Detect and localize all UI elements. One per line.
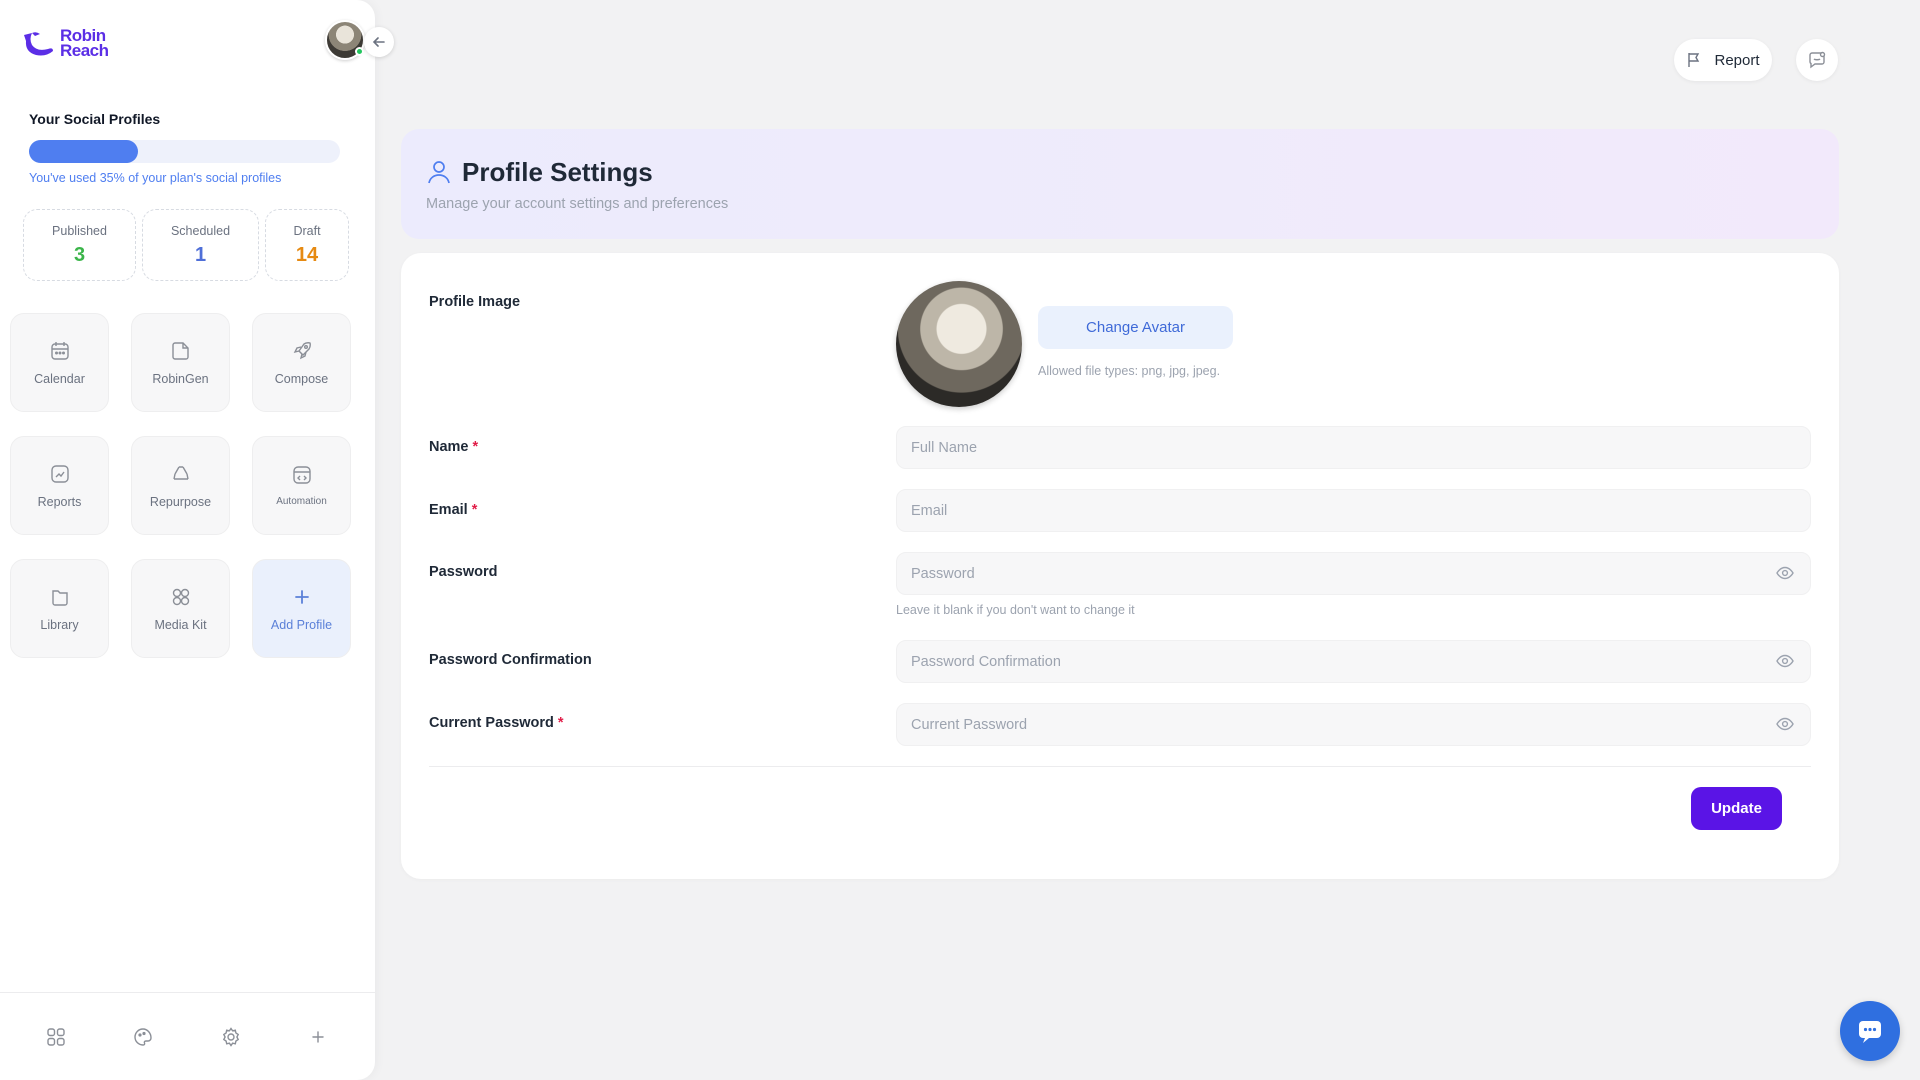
stat-scheduled[interactable]: Scheduled 1 <box>142 209 259 281</box>
password-confirmation-field[interactable] <box>896 640 1811 683</box>
password-label: Password <box>429 564 498 580</box>
collapse-sidebar-button[interactable] <box>364 27 394 57</box>
profiles-usage-progress-fill <box>29 140 138 163</box>
brand-name: Robin Reach <box>60 27 109 60</box>
required-mark: * <box>472 439 479 455</box>
post-stats: Published 3 Scheduled 1 Draft 14 <box>23 209 349 281</box>
page-subtitle: Manage your account settings and prefere… <box>426 196 729 212</box>
tile-library[interactable]: Library <box>10 559 109 658</box>
stat-value: 1 <box>194 243 207 266</box>
tile-label: RobinGen <box>152 371 209 386</box>
grid-icon[interactable] <box>45 1026 67 1048</box>
recycle-icon <box>172 465 189 480</box>
email-field[interactable] <box>896 489 1811 532</box>
gear-icon[interactable] <box>220 1026 242 1048</box>
folder-icon <box>51 589 68 606</box>
stat-label: Draft <box>293 223 321 238</box>
update-button[interactable]: Update <box>1691 787 1782 830</box>
required-mark: * <box>471 502 478 518</box>
email-label-text: Email <box>429 502 468 518</box>
profile-image-label: Profile Image <box>429 294 521 310</box>
eye-icon[interactable] <box>1775 651 1795 671</box>
stat-label: Scheduled <box>170 223 231 238</box>
plus-icon[interactable] <box>307 1026 329 1048</box>
tile-label: Library <box>40 617 79 632</box>
tile-automation[interactable]: Automation <box>252 436 351 535</box>
robin-bird-icon <box>24 32 53 56</box>
sidebar-bottom-bar <box>0 992 375 1080</box>
form-divider <box>429 766 1811 767</box>
eye-icon[interactable] <box>1775 714 1795 734</box>
current-password-label: Current Password * <box>429 715 564 731</box>
name-label-text: Name <box>429 439 469 455</box>
automation-icon <box>292 466 311 484</box>
tile-label: Calendar <box>34 371 85 386</box>
tile-label: Repurpose <box>149 494 212 509</box>
change-avatar-button[interactable]: Change Avatar <box>1038 306 1233 349</box>
report-label: Report <box>1714 51 1760 69</box>
user-icon <box>428 161 450 184</box>
stat-label: Published <box>52 223 107 238</box>
tile-label: Add Profile <box>270 617 333 632</box>
sidebar: Robin Reach Your Social Profiles You've … <box>0 0 394 1080</box>
reports-icon <box>50 464 69 483</box>
current-password-label-text: Current Password <box>429 715 554 731</box>
stat-value: 14 <box>295 243 319 266</box>
plus-icon <box>294 589 309 604</box>
notifications-button[interactable] <box>1796 39 1838 81</box>
online-status-dot <box>355 47 364 56</box>
chat-icon <box>1859 1021 1881 1043</box>
password-confirmation-label: Password Confirmation <box>429 652 592 668</box>
password-field[interactable] <box>896 552 1811 595</box>
tile-robingen[interactable]: RobinGen <box>131 313 230 412</box>
rocket-icon <box>293 341 311 359</box>
robingen-icon <box>171 341 189 360</box>
support-chat-button[interactable] <box>1840 1001 1900 1061</box>
password-hint: Leave it blank if you don't want to chan… <box>896 603 1135 617</box>
tile-repurpose[interactable]: Repurpose <box>131 436 230 535</box>
name-label: Name * <box>429 439 478 455</box>
eye-icon[interactable] <box>1775 563 1795 583</box>
grid-circles-icon <box>172 588 189 605</box>
arrow-left-icon <box>372 37 385 47</box>
brand-name-line2: Reach <box>60 41 109 60</box>
social-profiles-title: Your Social Profiles <box>29 111 161 127</box>
current-password-field[interactable] <box>896 703 1811 746</box>
tile-add-profile[interactable]: Add Profile <box>252 559 351 658</box>
profiles-usage-note: You've used 35% of your plan's social pr… <box>29 171 282 185</box>
tile-label: Automation <box>276 496 327 507</box>
page-header: Profile Settings Manage your account set… <box>401 129 1839 239</box>
email-label: Email * <box>429 502 477 518</box>
page-title: Profile Settings <box>462 157 653 187</box>
tile-compose[interactable]: Compose <box>252 313 351 412</box>
tile-label: Media Kit <box>154 617 207 632</box>
profile-form: Profile Image Change Avatar Allowed file… <box>401 253 1839 879</box>
stat-value: 3 <box>73 243 86 266</box>
calendar-icon <box>50 341 69 360</box>
feature-tiles: Calendar RobinGen Compose Reports Repurp… <box>10 313 351 658</box>
name-field[interactable] <box>896 426 1811 469</box>
stat-published[interactable]: Published 3 <box>23 209 136 281</box>
tile-label: Compose <box>274 371 329 386</box>
chat-bubble-icon <box>1809 51 1826 69</box>
user-avatar[interactable] <box>325 20 365 60</box>
report-button[interactable]: Report <box>1674 39 1772 81</box>
profiles-usage-progress <box>29 140 340 163</box>
brand-logo[interactable]: Robin Reach <box>22 27 109 60</box>
stat-draft[interactable]: Draft 14 <box>265 209 349 281</box>
palette-icon[interactable] <box>132 1026 154 1048</box>
tile-reports[interactable]: Reports <box>10 436 109 535</box>
tile-calendar[interactable]: Calendar <box>10 313 109 412</box>
required-mark: * <box>557 715 564 731</box>
profile-avatar-image <box>896 281 1022 407</box>
allowed-file-types: Allowed file types: png, jpg, jpeg. <box>1038 364 1221 378</box>
tile-label: Reports <box>37 494 82 509</box>
tile-media-kit[interactable]: Media Kit <box>131 559 230 658</box>
flag-icon <box>1688 53 1700 67</box>
